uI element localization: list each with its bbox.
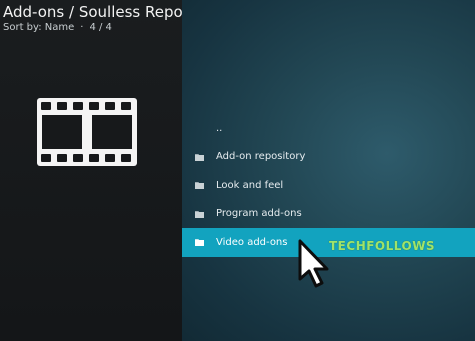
list-item-label: Add-on repository bbox=[216, 151, 306, 163]
left-pane: Add-ons / Soulless Repo Sort by: Name · 4 … bbox=[0, 0, 183, 341]
folder-icon bbox=[195, 153, 204, 161]
folder-icon bbox=[195, 239, 204, 247]
header: Add-ons / Soulless Repo Sort by: Name · 4 … bbox=[3, 3, 183, 34]
list-item-program-addons[interactable]: Program add-ons bbox=[182, 200, 475, 229]
list-item-label: Program add-ons bbox=[216, 208, 302, 220]
list-item-label: .. bbox=[216, 122, 223, 134]
separator: · bbox=[80, 22, 84, 33]
list-item-label: Video add-ons bbox=[216, 236, 288, 248]
addon-list: .. Add-on repository Look and feel Progr… bbox=[182, 114, 475, 257]
mouse-cursor-icon bbox=[298, 239, 329, 288]
item-count: 4 / 4 bbox=[89, 22, 112, 33]
watermark: TECHFOLLOWS bbox=[329, 239, 436, 253]
folder-icon bbox=[195, 210, 204, 218]
list-item-addon-repository[interactable]: Add-on repository bbox=[182, 143, 475, 172]
sort-label[interactable]: Sort by: Name bbox=[3, 22, 74, 33]
list-item-label: Look and feel bbox=[216, 179, 284, 191]
list-item-parent[interactable]: .. bbox=[182, 114, 475, 143]
list-item-look-and-feel[interactable]: Look and feel bbox=[182, 171, 475, 200]
folder-icon bbox=[195, 182, 204, 190]
sort-line: Sort by: Name · 4 / 4 bbox=[3, 22, 183, 34]
film-strip-icon bbox=[37, 98, 137, 166]
page-title: Add-ons / Soulless Repo bbox=[3, 3, 183, 21]
